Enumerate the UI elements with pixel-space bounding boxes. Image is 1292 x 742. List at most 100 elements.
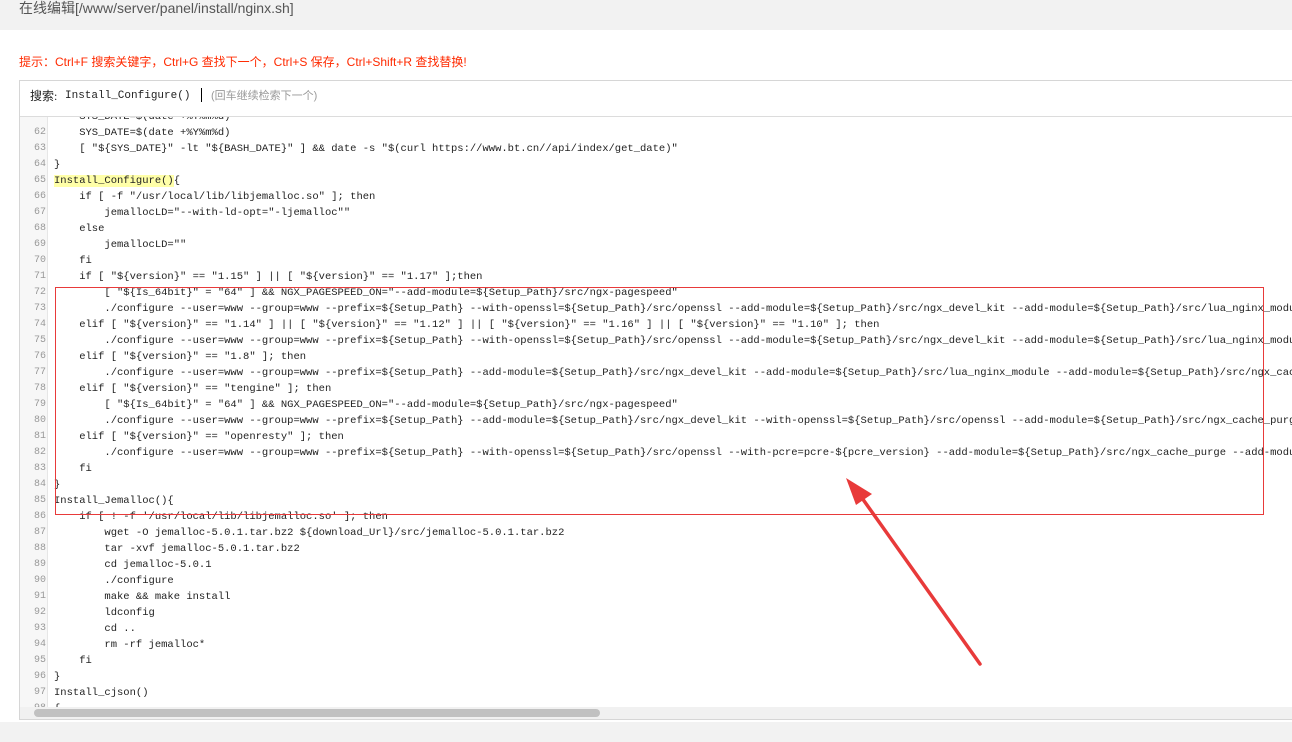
dialog-title: 在线编辑[/www/server/panel/install/nginx.sh] <box>19 0 294 16</box>
line-number: 84 <box>33 479 46 490</box>
code-line: 65 Install_Configure(){ <box>20 173 1292 189</box>
line-number: 97 <box>33 687 46 698</box>
dialog-title-bar: 在线编辑[/www/server/panel/install/nginx.sh] <box>0 0 1292 30</box>
line-text: elif [ "${version}" == "1.14" ] || [ "${… <box>54 319 880 331</box>
line-number: 90 <box>33 575 46 586</box>
code-line: SYS_DATE=$(date +%Y%m%d) <box>20 117 1292 125</box>
code-line: 88 tar -xvf jemalloc-5.0.1.tar.bz2 <box>20 541 1292 557</box>
line-text: fi <box>54 255 92 267</box>
line-text: rm -rf jemalloc* <box>54 639 206 651</box>
line-text: tar -xvf jemalloc-5.0.1.tar.bz2 <box>54 543 300 555</box>
code-line: 70 fi <box>20 253 1292 269</box>
line-number: 91 <box>33 591 46 602</box>
line-number: 87 <box>33 527 46 538</box>
line-text: if [ -f "/usr/local/lib/libjemalloc.so" … <box>54 191 376 203</box>
code-line: 73 ./configure --user=www --group=www --… <box>20 301 1292 317</box>
code-line: 78 elif [ "${version}" == "tengine" ]; t… <box>20 381 1292 397</box>
code-line: 92 ldconfig <box>20 605 1292 621</box>
line-text: } <box>54 671 61 683</box>
code-line: 77 ./configure --user=www --group=www --… <box>20 365 1292 381</box>
scrollbar-thumb[interactable] <box>34 709 600 717</box>
line-number: 65 <box>33 175 46 186</box>
code-line: 83 fi <box>20 461 1292 477</box>
line-number: 62 <box>33 127 46 138</box>
line-number: 66 <box>33 191 46 202</box>
code-line: 84} <box>20 477 1292 493</box>
line-number: 88 <box>33 543 46 554</box>
line-number: 69 <box>33 239 46 250</box>
line-number: 80 <box>33 415 46 426</box>
code-line: 80 ./configure --user=www --group=www --… <box>20 413 1292 429</box>
line-text: cd .. <box>54 623 136 635</box>
line-text: ./configure --user=www --group=www --pre… <box>54 335 1292 347</box>
line-text: if [ "${version}" == "1.15" ] || [ "${ve… <box>54 271 483 283</box>
code-line: 66 if [ -f "/usr/local/lib/libjemalloc.s… <box>20 189 1292 205</box>
line-number: 82 <box>33 447 46 458</box>
line-number: 74 <box>33 319 46 330</box>
code-line: 62 SYS_DATE=$(date +%Y%m%d) <box>20 125 1292 141</box>
code-line: 76 elif [ "${version}" == "1.8" ]; then <box>20 349 1292 365</box>
line-text: else <box>54 223 105 235</box>
line-number: 92 <box>33 607 46 618</box>
line-number: 73 <box>33 303 46 314</box>
search-match-highlight: Install_Configure() <box>54 175 174 187</box>
code-line: 94 rm -rf jemalloc* <box>20 637 1292 653</box>
code-line: 67 jemallocLD="--with-ld-opt="-ljemalloc… <box>20 205 1292 221</box>
dialog-footer <box>0 722 1292 742</box>
line-number: 86 <box>33 511 46 522</box>
code-line: 87 wget -O jemalloc-5.0.1.tar.bz2 ${down… <box>20 525 1292 541</box>
line-number: 76 <box>33 351 46 362</box>
code-editor[interactable]: 搜索: (回车继续检索下一个) SYS_DATE=$(date +%Y%m%d)… <box>19 80 1292 720</box>
line-text: ./configure --user=www --group=www --pre… <box>54 367 1292 379</box>
line-text: cd jemalloc-5.0.1 <box>54 559 212 571</box>
line-number: 77 <box>33 367 46 378</box>
line-text: jemallocLD="--with-ld-opt="-ljemalloc"" <box>54 207 351 219</box>
code-line: 81 elif [ "${version}" == "openresty" ];… <box>20 429 1292 445</box>
search-label: 搜索: <box>30 89 58 103</box>
line-number: 94 <box>33 639 46 650</box>
code-line: 71 if [ "${version}" == "1.15" ] || [ "$… <box>20 269 1292 285</box>
line-number: 63 <box>33 143 46 154</box>
line-text: fi <box>54 655 92 667</box>
search-input[interactable] <box>65 87 235 105</box>
line-number: 64 <box>33 159 46 170</box>
code-line: 69 jemallocLD="" <box>20 237 1292 253</box>
line-text: ./configure <box>54 575 174 587</box>
line-text: [ "${Is_64bit}" = "64" ] && NGX_PAGESPEE… <box>54 399 678 411</box>
code-line: 79 [ "${Is_64bit}" = "64" ] && NGX_PAGES… <box>20 397 1292 413</box>
line-number: 75 <box>33 335 46 346</box>
line-number: 95 <box>33 655 46 666</box>
code-line: 82 ./configure --user=www --group=www --… <box>20 445 1292 461</box>
code-line: 74 elif [ "${version}" == "1.14" ] || [ … <box>20 317 1292 333</box>
shortcut-hint: 提示：Ctrl+F 搜索关键字，Ctrl+G 查找下一个，Ctrl+S 保存，C… <box>19 55 467 69</box>
line-number: 85 <box>33 495 46 506</box>
line-number: 78 <box>33 383 46 394</box>
line-number: 96 <box>33 671 46 682</box>
code-line: 63 [ "${SYS_DATE}" -lt "${BASH_DATE}" ] … <box>20 141 1292 157</box>
line-number: 81 <box>33 431 46 442</box>
line-text: ./configure --user=www --group=www --pre… <box>54 303 1292 315</box>
line-text: Install_Configure(){ <box>54 175 181 187</box>
line-number: 67 <box>33 207 46 218</box>
line-number: 70 <box>33 255 46 266</box>
line-text: make && make install <box>54 591 231 603</box>
horizontal-scrollbar[interactable] <box>20 707 1292 719</box>
code-line: 89 cd jemalloc-5.0.1 <box>20 557 1292 573</box>
line-number: 68 <box>33 223 46 234</box>
code-line: 90 ./configure <box>20 573 1292 589</box>
line-number: 72 <box>33 287 46 298</box>
text-caret <box>201 88 202 102</box>
line-text: [ "${Is_64bit}" = "64" ] && NGX_PAGESPEE… <box>54 287 678 299</box>
code-line: 64} <box>20 157 1292 173</box>
line-text: SYS_DATE=$(date +%Y%m%d) <box>54 117 231 123</box>
code-line: 75 ./configure --user=www --group=www --… <box>20 333 1292 349</box>
code-line: 96} <box>20 669 1292 685</box>
line-text: elif [ "${version}" == "1.8" ]; then <box>54 351 307 363</box>
line-text: } <box>54 479 61 491</box>
line-text: SYS_DATE=$(date +%Y%m%d) <box>54 127 231 139</box>
code-area[interactable]: SYS_DATE=$(date +%Y%m%d) 62 SYS_DATE=$(da… <box>20 117 1292 707</box>
line-text: } <box>54 159 61 171</box>
line-text: fi <box>54 463 92 475</box>
code-line: 91 make && make install <box>20 589 1292 605</box>
search-tip: (回车继续检索下一个) <box>211 90 318 102</box>
